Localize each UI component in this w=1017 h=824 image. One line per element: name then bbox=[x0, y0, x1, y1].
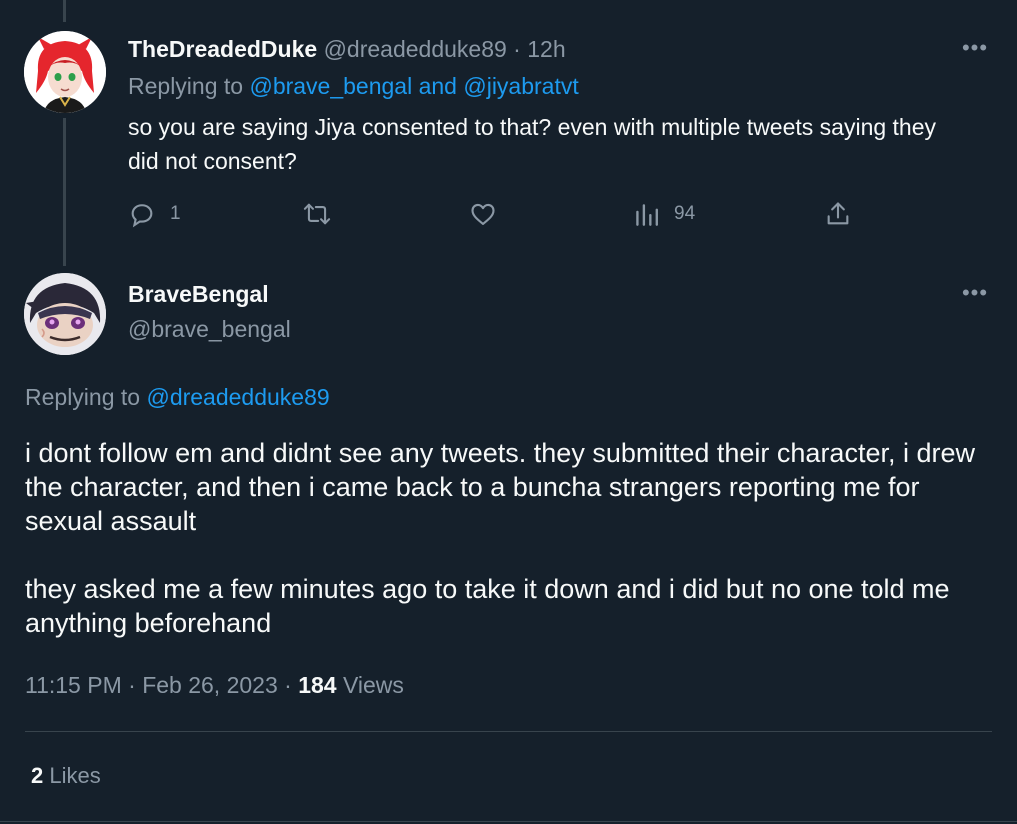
avatar-red-hair-image bbox=[24, 31, 106, 113]
meta-divider bbox=[25, 731, 992, 732]
main-date[interactable]: Feb 26, 2023 bbox=[142, 672, 278, 698]
replying-to-prefix: Replying to bbox=[128, 73, 244, 99]
share-icon bbox=[824, 200, 852, 228]
main-tweet-text: i dont follow em and didnt see any tweet… bbox=[25, 436, 985, 674]
views-count: 94 bbox=[674, 203, 696, 224]
like-action[interactable] bbox=[469, 199, 497, 229]
main-time[interactable]: 11:15 PM bbox=[25, 672, 122, 698]
replying-to-users-link[interactable]: @brave_bengal and @jiyabratvt bbox=[249, 73, 578, 99]
more-icon: ••• bbox=[961, 280, 989, 305]
reply-timestamp[interactable]: 12h bbox=[527, 36, 565, 62]
main-views-label: Views bbox=[342, 672, 404, 698]
reply-handle[interactable]: @dreadedduke89 bbox=[324, 36, 507, 62]
reply-action[interactable]: 1 bbox=[128, 199, 181, 229]
avatar-thedreadedduke[interactable] bbox=[24, 31, 106, 113]
reply-display-name[interactable]: TheDreadedDuke bbox=[128, 36, 317, 62]
main-paragraph-1: i dont follow em and didnt see any tweet… bbox=[25, 438, 975, 536]
reply-icon bbox=[128, 200, 156, 228]
reply-count: 1 bbox=[170, 203, 181, 224]
main-replying-to: Replying to @dreadedduke89 bbox=[25, 384, 330, 411]
meta-separator-1: · bbox=[128, 672, 136, 698]
main-display-name[interactable]: BraveBengal bbox=[128, 281, 269, 308]
main-views-count: 184 bbox=[298, 672, 337, 698]
tweet-thread: TheDreadedDuke @dreadedduke89 · 12h ••• … bbox=[0, 0, 1017, 824]
reply-replying-to: Replying to @brave_bengal and @jiyabratv… bbox=[128, 73, 579, 100]
heart-icon bbox=[469, 200, 497, 228]
main-handle[interactable]: @brave_bengal bbox=[128, 316, 291, 343]
reply-tweet-header: TheDreadedDuke @dreadedduke89 · 12h bbox=[128, 36, 566, 63]
share-action[interactable] bbox=[824, 199, 852, 229]
main-tweet-meta: 11:15 PM · Feb 26, 2023 · 184 Views bbox=[25, 672, 404, 699]
retweet-action[interactable] bbox=[302, 199, 332, 229]
avatar-dark-hair-image bbox=[24, 273, 106, 355]
thread-connector bbox=[63, 118, 66, 266]
reply-separator: · bbox=[513, 36, 521, 62]
reply-more-button[interactable]: ••• bbox=[958, 35, 992, 60]
avatar-bravebengal[interactable] bbox=[24, 273, 106, 355]
bottom-divider bbox=[0, 821, 1017, 822]
thread-connector-top bbox=[63, 0, 66, 22]
meta-separator-2: · bbox=[284, 672, 292, 698]
main-replying-prefix: Replying to bbox=[25, 384, 141, 410]
main-more-button[interactable]: ••• bbox=[958, 280, 992, 305]
main-replying-user-link[interactable]: @dreadedduke89 bbox=[146, 384, 329, 410]
more-icon: ••• bbox=[961, 35, 989, 60]
likes-count: 2 bbox=[31, 763, 44, 788]
likes-label: Likes bbox=[49, 763, 101, 788]
views-action[interactable]: 94 bbox=[634, 199, 695, 229]
retweet-icon bbox=[302, 200, 332, 228]
likes-link[interactable]: 2 Likes bbox=[31, 763, 101, 789]
reply-tweet-text: so you are saying Jiya consented to that… bbox=[128, 114, 937, 174]
analytics-icon bbox=[634, 200, 660, 228]
main-paragraph-2: they asked me a few minutes ago to take … bbox=[25, 574, 950, 638]
